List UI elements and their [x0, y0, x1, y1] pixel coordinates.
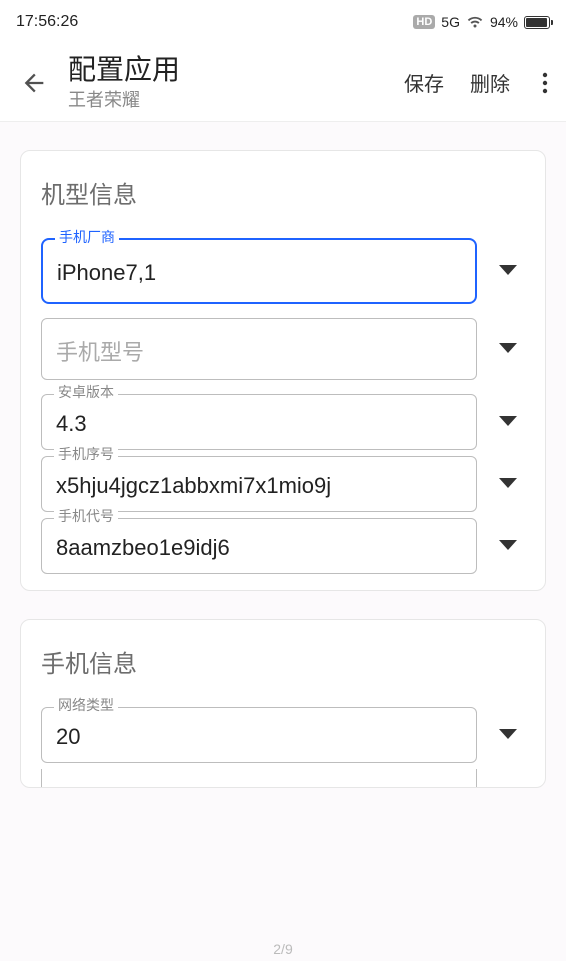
- status-time: 17:56:26: [16, 13, 78, 31]
- back-button[interactable]: [20, 61, 60, 105]
- phone-info-card: 手机信息 网络类型 20 手机IMEI: [20, 619, 546, 788]
- model-placeholder: 手机型号: [56, 335, 144, 367]
- delete-button[interactable]: 删除: [466, 62, 514, 103]
- status-right: HD 5G 94%: [413, 14, 550, 30]
- network-5g: 5G: [441, 14, 460, 30]
- serial-field[interactable]: 手机序号 x5hju4jgcz1abbxmi7x1mio9j: [41, 456, 477, 512]
- page-title: 配置应用: [68, 53, 400, 87]
- model-field[interactable]: 手机型号: [41, 318, 477, 380]
- codename-dropdown[interactable]: [491, 540, 525, 552]
- manufacturer-value: iPhone7,1: [57, 260, 461, 286]
- imei-field[interactable]: 手机IMEI: [41, 769, 477, 787]
- model-dropdown[interactable]: [491, 343, 525, 355]
- codename-field[interactable]: 手机代号 8aamzbeo1e9idj6: [41, 518, 477, 574]
- serial-label: 手机序号: [54, 447, 118, 461]
- manufacturer-label: 手机厂商: [55, 230, 119, 244]
- network-type-label: 网络类型: [54, 698, 118, 712]
- manufacturer-dropdown[interactable]: [491, 265, 525, 277]
- phone-info-title: 手机信息: [41, 644, 525, 679]
- more-menu-button[interactable]: [532, 65, 558, 101]
- manufacturer-field[interactable]: 手机厂商 iPhone7,1: [41, 238, 477, 304]
- page-subtitle: 王者荣耀: [68, 89, 400, 112]
- battery-icon: [524, 16, 550, 29]
- serial-dropdown[interactable]: [491, 478, 525, 490]
- save-button[interactable]: 保存: [400, 62, 448, 103]
- hd-badge: HD: [413, 15, 435, 29]
- serial-value: x5hju4jgcz1abbxmi7x1mio9j: [56, 473, 462, 499]
- android-version-dropdown[interactable]: [491, 416, 525, 428]
- network-type-field[interactable]: 网络类型 20: [41, 707, 477, 763]
- page-indicator: 2/9: [0, 941, 566, 957]
- codename-value: 8aamzbeo1e9idj6: [56, 535, 462, 561]
- network-type-dropdown[interactable]: [491, 729, 525, 741]
- network-type-value: 20: [56, 724, 462, 750]
- android-version-field[interactable]: 安卓版本 4.3: [41, 394, 477, 450]
- battery-percent: 94%: [490, 14, 518, 30]
- app-bar: 配置应用 王者荣耀 保存 删除: [0, 44, 566, 122]
- device-info-title: 机型信息: [41, 175, 525, 210]
- device-info-card: 机型信息 手机厂商 iPhone7,1 手机型号: [20, 150, 546, 591]
- android-version-value: 4.3: [56, 411, 462, 437]
- status-bar: 17:56:26 HD 5G 94%: [0, 0, 566, 44]
- android-version-label: 安卓版本: [54, 385, 118, 399]
- codename-label: 手机代号: [54, 509, 118, 523]
- wifi-icon: [466, 15, 484, 29]
